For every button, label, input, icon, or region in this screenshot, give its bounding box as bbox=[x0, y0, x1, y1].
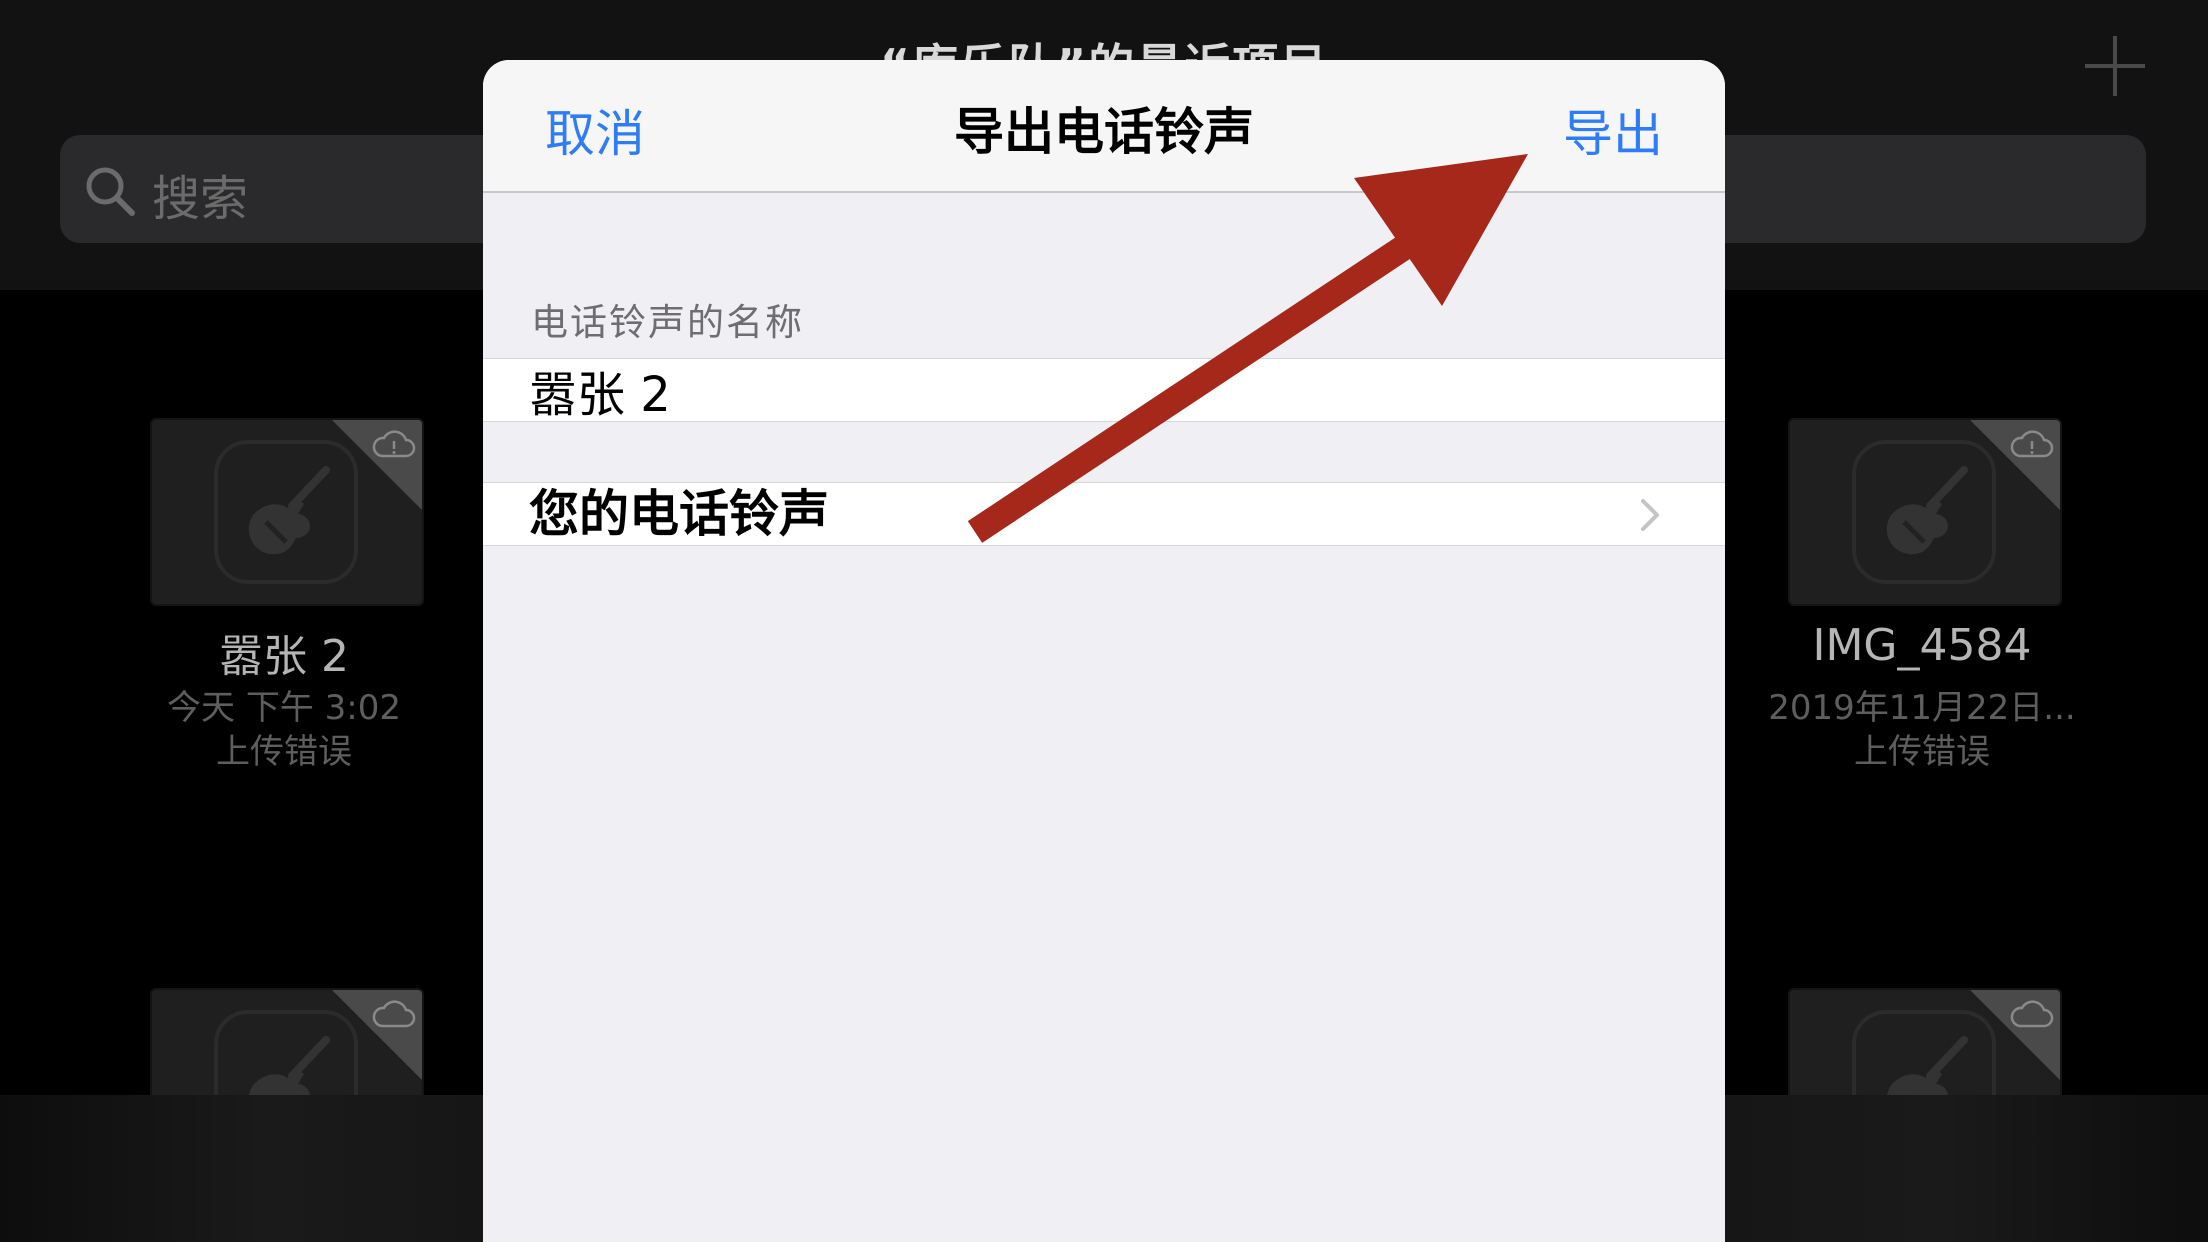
garageband-guitar-icon bbox=[1886, 466, 1968, 555]
chevron-right-icon bbox=[1641, 499, 1659, 531]
ringtone-name-row bbox=[483, 358, 1725, 422]
export-ringtone-sheet: 取消 导出电话铃声 导出 电话铃声的名称 您的电话铃声 bbox=[483, 60, 1725, 1242]
ringtone-name-field[interactable] bbox=[529, 359, 1669, 421]
cloud-error-icon bbox=[2010, 430, 2054, 458]
garageband-guitar-icon bbox=[248, 466, 330, 555]
tile-status: 上传错误 bbox=[216, 732, 352, 772]
project-tile[interactable] bbox=[150, 418, 424, 606]
garageband-app-icon bbox=[214, 440, 358, 584]
tile-title: IMG_4584 bbox=[1812, 620, 2032, 671]
ringtone-name-section-header: 电话铃声的名称 bbox=[531, 301, 804, 344]
your-ringtones-label: 您的电话铃声 bbox=[529, 485, 829, 543]
cloud-error-icon bbox=[372, 1000, 416, 1028]
screen: “库乐队”的最近项目 搜索 嚣张 2 今天 下午 3:02 上传错误 bbox=[0, 0, 2208, 1242]
tile-status: 上传错误 bbox=[1854, 732, 1990, 772]
tile-title: 嚣张 2 bbox=[219, 631, 349, 682]
plus-icon[interactable] bbox=[2085, 36, 2145, 96]
cloud-error-icon bbox=[2010, 1000, 2054, 1028]
your-ringtones-row[interactable]: 您的电话铃声 bbox=[483, 482, 1725, 546]
tile-date: 今天 下午 3:02 bbox=[167, 688, 401, 728]
sheet-nav-bar: 取消 导出电话铃声 导出 bbox=[483, 60, 1725, 193]
garageband-app-icon bbox=[1852, 440, 1996, 584]
export-button[interactable]: 导出 bbox=[1563, 94, 1663, 166]
search-icon bbox=[86, 167, 135, 216]
tile-date: 2019年11月22日... bbox=[1768, 688, 2076, 728]
sheet-title: 导出电话铃声 bbox=[954, 103, 1254, 161]
cloud-error-icon bbox=[372, 430, 416, 458]
search-placeholder: 搜索 bbox=[152, 171, 249, 227]
project-tile[interactable] bbox=[1788, 418, 2062, 606]
